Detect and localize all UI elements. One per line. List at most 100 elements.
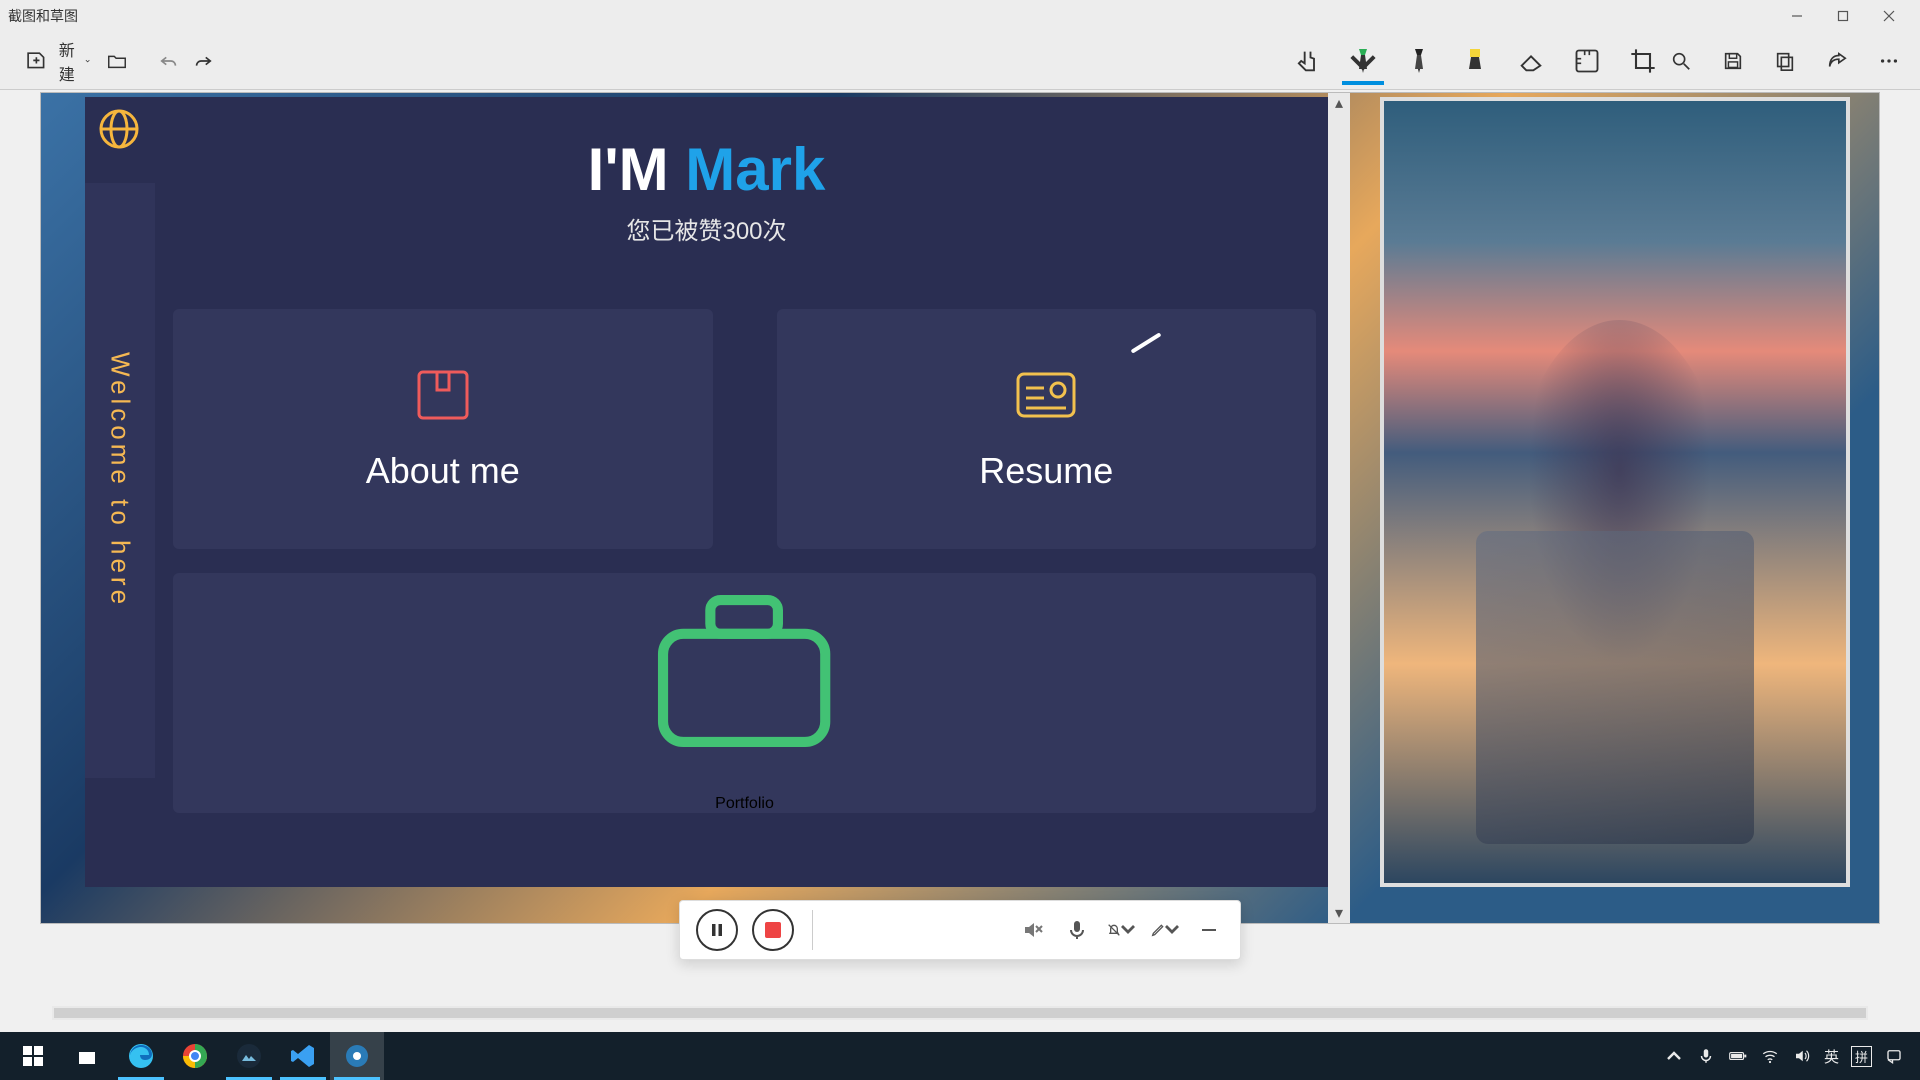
- windows-icon: [22, 1045, 44, 1067]
- edge-icon: [128, 1043, 154, 1069]
- start-menu-button[interactable]: [6, 1032, 60, 1080]
- screenshot-canvas[interactable]: I'M Mark 您已被赞300次 Welcome to here About …: [40, 92, 1880, 924]
- taskbar-photos[interactable]: [222, 1032, 276, 1080]
- volume-icon: [1793, 1047, 1811, 1065]
- eraser-button[interactable]: [1510, 37, 1552, 85]
- briefcase-icon: [636, 573, 852, 769]
- webpage-panel-left: I'M Mark 您已被赞300次 Welcome to here About …: [85, 97, 1328, 887]
- share-button[interactable]: [1820, 40, 1854, 82]
- canvas-area: I'M Mark 您已被赞300次 Welcome to here About …: [0, 90, 1920, 1002]
- highlighter-button[interactable]: [1454, 37, 1496, 85]
- chrome-icon: [182, 1043, 208, 1069]
- tray-battery[interactable]: [1728, 1046, 1748, 1066]
- welcome-strip: Welcome to here: [85, 183, 155, 778]
- card-portfolio-label: Portfolio: [715, 795, 774, 813]
- pause-icon: [709, 922, 725, 938]
- zoom-icon: [1670, 50, 1692, 72]
- chevron-up-icon: [1665, 1047, 1683, 1065]
- recorder-icon: [344, 1043, 370, 1069]
- zoom-button[interactable]: [1664, 40, 1698, 82]
- hero-name: Mark: [685, 136, 825, 203]
- more-icon: [1878, 50, 1900, 72]
- new-snip-button[interactable]: 新建: [14, 40, 100, 82]
- chevron-down-icon: [85, 54, 90, 68]
- book-icon: [411, 366, 475, 424]
- recording-floating-bar[interactable]: [679, 900, 1241, 960]
- vscode-icon: [290, 1043, 316, 1069]
- touch-writing-button[interactable]: [1286, 37, 1328, 85]
- wifi-icon: [1761, 1047, 1779, 1065]
- save-button[interactable]: [1716, 40, 1750, 82]
- vertical-scrollbar[interactable]: ▴▾: [1328, 93, 1350, 923]
- copy-button[interactable]: [1768, 40, 1802, 82]
- folder-open-icon: [106, 50, 128, 72]
- tray-mic[interactable]: [1696, 1046, 1716, 1066]
- hero-subtitle: 您已被赞300次: [85, 211, 1328, 246]
- store-icon: [75, 1044, 99, 1068]
- card-portfolio[interactable]: Portfolio: [173, 573, 1316, 813]
- window-minimize-button[interactable]: [1774, 0, 1820, 32]
- microphone-button[interactable]: [1062, 915, 1092, 945]
- undo-icon: [158, 50, 180, 72]
- taskbar-recorder[interactable]: [330, 1032, 384, 1080]
- battery-icon: [1729, 1047, 1747, 1065]
- welcome-text: Welcome to here: [105, 352, 136, 608]
- crop-button[interactable]: [1622, 37, 1664, 85]
- tray-overflow-button[interactable]: [1664, 1046, 1684, 1066]
- more-button[interactable]: [1872, 40, 1906, 82]
- taskbar-chrome[interactable]: [168, 1032, 222, 1080]
- speaker-muted-button[interactable]: [1018, 915, 1048, 945]
- webpage-panel-right-image: [1380, 97, 1850, 887]
- recording-stop-button[interactable]: [752, 909, 794, 951]
- window-close-button[interactable]: [1866, 0, 1912, 32]
- tray-wifi[interactable]: [1760, 1046, 1780, 1066]
- tray-notifications[interactable]: [1884, 1046, 1904, 1066]
- horizontal-scrollbar[interactable]: [52, 1006, 1868, 1020]
- card-resume-label: Resume: [979, 450, 1113, 492]
- open-button[interactable]: [100, 40, 134, 82]
- windows-taskbar: 英 拼: [0, 1032, 1920, 1080]
- share-icon: [1826, 50, 1848, 72]
- notifications-icon: [1885, 1047, 1903, 1065]
- microphone-icon: [1065, 918, 1089, 942]
- card-resume[interactable]: Resume: [777, 309, 1317, 549]
- window-titlebar: 截图和草图: [0, 0, 1920, 32]
- annotation-tools: [1286, 37, 1664, 85]
- new-snip-icon: [24, 48, 49, 73]
- tray-volume[interactable]: [1792, 1046, 1812, 1066]
- app-toolbar: 新建: [0, 32, 1920, 90]
- undo-button[interactable]: [152, 40, 186, 82]
- recording-minimize-button[interactable]: [1194, 915, 1224, 945]
- eraser-icon: [1517, 47, 1545, 75]
- card-about-label: About me: [366, 450, 520, 492]
- redo-button[interactable]: [186, 40, 220, 82]
- ball-pen-icon: [1405, 47, 1433, 75]
- ruler-button[interactable]: [1566, 37, 1608, 85]
- highlighter-icon: [1461, 47, 1489, 75]
- taskbar-store[interactable]: [60, 1032, 114, 1080]
- felt-pen-button[interactable]: [1342, 37, 1384, 85]
- system-tray: 英 拼: [1654, 1046, 1914, 1067]
- recording-pause-button[interactable]: [696, 909, 738, 951]
- draw-pen-button[interactable]: [1150, 915, 1180, 945]
- photos-icon: [236, 1043, 262, 1069]
- new-snip-label: 新建: [59, 37, 75, 85]
- chevron-down-icon: [1349, 51, 1377, 79]
- ruler-icon: [1573, 47, 1601, 75]
- tray-ime-lang[interactable]: 英: [1824, 1046, 1839, 1067]
- id-card-icon: [1014, 366, 1078, 424]
- speaker-muted-icon: [1021, 918, 1045, 942]
- redo-icon: [192, 50, 214, 72]
- taskbar-vscode[interactable]: [276, 1032, 330, 1080]
- notifications-off-button[interactable]: [1106, 915, 1136, 945]
- tray-ime-mode[interactable]: 拼: [1851, 1046, 1872, 1067]
- window-maximize-button[interactable]: [1820, 0, 1866, 32]
- stop-icon: [765, 922, 781, 938]
- separator: [812, 910, 813, 950]
- touch-icon: [1293, 47, 1321, 75]
- window-title: 截图和草图: [8, 6, 78, 26]
- card-about[interactable]: About me: [173, 309, 713, 549]
- crop-icon: [1629, 47, 1657, 75]
- ball-pen-button[interactable]: [1398, 37, 1440, 85]
- taskbar-edge[interactable]: [114, 1032, 168, 1080]
